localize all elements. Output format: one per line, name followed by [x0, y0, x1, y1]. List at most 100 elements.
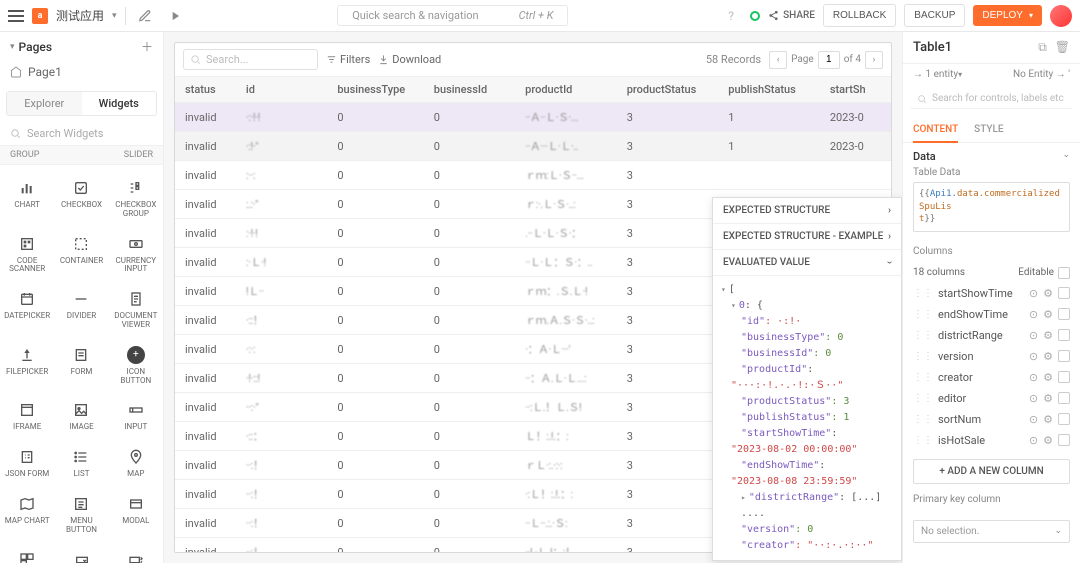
column-checkbox[interactable] [1058, 329, 1070, 341]
column-header[interactable]: status [175, 77, 236, 103]
column-checkbox[interactable] [1058, 287, 1070, 299]
table-row[interactable]: invalid·:·!·!00··Ａ··Ｌ·Ｓ·...312023-0 [175, 103, 891, 132]
widget-chart[interactable]: CHART [0, 171, 54, 227]
menu-icon[interactable] [8, 10, 24, 22]
visibility-icon[interactable]: ⊙ [1029, 371, 1038, 384]
column-item[interactable]: ⋮⋮endShowTime⊙⚙ [903, 304, 1080, 325]
entity-from[interactable]: → 1 entity [913, 69, 958, 80]
tab-widgets[interactable]: Widgets [82, 92, 157, 115]
chevron-down-icon[interactable]: ▾ [10, 42, 15, 52]
add-column-button[interactable]: + ADD A NEW COLUMN [913, 459, 1070, 484]
settings-icon[interactable]: ⚙ [1043, 329, 1053, 342]
settings-icon[interactable]: ⚙ [1043, 287, 1053, 300]
tab-explorer[interactable]: Explorer [7, 92, 82, 115]
help-icon[interactable]: ? [720, 5, 742, 27]
widget-document-viewer[interactable]: DOCUMENT VIEWER [109, 282, 163, 338]
properties-search[interactable]: Search for controls, labels etc [911, 89, 1072, 109]
expected-structure-section[interactable]: EXPECTED STRUCTURE› [713, 198, 901, 224]
settings-icon[interactable]: ⚙ [1043, 434, 1053, 447]
drag-handle-icon[interactable]: ⋮⋮ [913, 435, 933, 446]
column-checkbox[interactable] [1058, 413, 1070, 425]
search-widgets[interactable]: Search Widgets [0, 122, 163, 146]
chevron-down-icon[interactable]: ⌄ [1062, 150, 1070, 163]
widget-image[interactable]: IMAGE [54, 393, 108, 440]
widget-input[interactable]: INPUT [109, 393, 163, 440]
expected-structure-example-section[interactable]: EXPECTED STRUCTURE - EXAMPLE› [713, 224, 901, 250]
widget-list[interactable]: LIST [54, 440, 108, 487]
widget-icon-button[interactable]: +ICON BUTTON [109, 338, 163, 394]
page-input[interactable] [818, 51, 840, 69]
quick-search[interactable]: Quick search & navigation Ctrl + K [337, 5, 568, 26]
visibility-icon[interactable]: ⊙ [1029, 350, 1038, 363]
page-item[interactable]: Page1 [0, 61, 163, 83]
column-header[interactable]: publishStatus [718, 77, 820, 103]
column-item[interactable]: ⋮⋮editor⊙⚙ [903, 388, 1080, 409]
widget-multi[interactable]: MULTI [0, 543, 54, 563]
widget-divider[interactable]: DIVIDER [54, 282, 108, 338]
drag-handle-icon[interactable]: ⋮⋮ [913, 372, 933, 383]
backup-button[interactable]: BACKUP [904, 4, 965, 27]
widget-code-scanner[interactable]: CODE SCANNER [0, 227, 54, 283]
visibility-icon[interactable]: ⊙ [1029, 413, 1038, 426]
table-data-input[interactable]: {{Api1.data.commercializedSpuList}} [913, 182, 1070, 232]
add-page-icon[interactable]: ＋ [141, 38, 153, 55]
column-item[interactable]: ⋮⋮isHotSale⊙⚙ [903, 430, 1080, 451]
drag-handle-icon[interactable]: ⋮⋮ [913, 351, 933, 362]
widget-filepicker[interactable]: FILEPICKER [0, 338, 54, 394]
widget-modal[interactable]: MODAL [109, 487, 163, 543]
visibility-icon[interactable]: ⊙ [1029, 308, 1038, 321]
download-button[interactable]: Download [378, 53, 441, 66]
copy-icon[interactable]: ⧉ [1038, 40, 1047, 55]
settings-icon[interactable]: ⚙ [1043, 371, 1053, 384]
preview-icon[interactable] [164, 5, 186, 27]
tab-content[interactable]: CONTENT [913, 119, 958, 143]
table-search[interactable]: Search... [183, 49, 318, 70]
widget-menu-button[interactable]: MENU BUTTON [54, 487, 108, 543]
column-item[interactable]: ⋮⋮startShowTime⊙⚙ [903, 283, 1080, 304]
edit-icon[interactable] [134, 5, 156, 27]
drag-handle-icon[interactable]: ⋮⋮ [913, 309, 933, 320]
widget-container[interactable]: CONTAINER [54, 227, 108, 283]
evaluated-value-section[interactable]: EVALUATED VALUE› [713, 250, 901, 276]
table-row[interactable]: invalid·:!·"00··Ａ···Ｌ·Ｌ·..312023-0 [175, 132, 891, 161]
column-header[interactable]: businessId [424, 77, 515, 103]
rollback-button[interactable]: ROLLBACK [823, 4, 896, 27]
delete-icon[interactable]: 🗑 [1055, 40, 1070, 55]
widget-multiselect[interactable]: MULTISELECT [54, 543, 108, 563]
settings-icon[interactable]: ⚙ [1043, 308, 1053, 321]
column-item[interactable]: ⋮⋮version⊙⚙ [903, 346, 1080, 367]
primary-key-select[interactable]: No selection.⌄ [913, 520, 1070, 543]
entity-to[interactable]: No Entity → ' [1013, 69, 1070, 80]
column-header[interactable]: productId [515, 77, 617, 103]
column-checkbox[interactable] [1058, 371, 1070, 383]
visibility-icon[interactable]: ⊙ [1029, 329, 1038, 342]
widget-currency-input[interactable]: CURRENCY INPUT [109, 227, 163, 283]
settings-icon[interactable]: ⚙ [1043, 392, 1053, 405]
widget-number[interactable]: NUMBER [109, 543, 163, 563]
drag-handle-icon[interactable]: ⋮⋮ [913, 414, 933, 425]
column-header[interactable]: id [236, 77, 327, 103]
column-item[interactable]: ⋮⋮sortNum⊙⚙ [903, 409, 1080, 430]
drag-handle-icon[interactable]: ⋮⋮ [913, 330, 933, 341]
visibility-icon[interactable]: ⊙ [1029, 392, 1038, 405]
widget-datepicker[interactable]: DATEPICKER [0, 282, 54, 338]
tab-style[interactable]: STYLE [974, 119, 1003, 142]
column-header[interactable]: businessType [327, 77, 423, 103]
settings-icon[interactable]: ⚙ [1043, 413, 1053, 426]
column-item[interactable]: ⋮⋮creator⊙⚙ [903, 367, 1080, 388]
visibility-icon[interactable]: ⊙ [1029, 287, 1038, 300]
deploy-button[interactable]: DEPLOY▾ [973, 5, 1042, 26]
column-item[interactable]: ⋮⋮districtRange⊙⚙ [903, 325, 1080, 346]
chevron-down-icon[interactable]: ▾ [112, 11, 117, 21]
widget-form[interactable]: FORM [54, 338, 108, 394]
widget-title[interactable]: Table1 [913, 40, 952, 55]
widget-checkbox[interactable]: CHECKBOX [54, 171, 108, 227]
widget-checkbox-group[interactable]: CHECKBOX GROUP [109, 171, 163, 227]
widget-json-form[interactable]: JSON FORM [0, 440, 54, 487]
editable-toggle[interactable]: Editable [1018, 267, 1070, 279]
drag-handle-icon[interactable]: ⋮⋮ [913, 288, 933, 299]
widget-iframe[interactable]: IFRAME [0, 393, 54, 440]
column-header[interactable]: productStatus [617, 77, 719, 103]
filters-button[interactable]: Filters [326, 53, 370, 66]
column-checkbox[interactable] [1058, 434, 1070, 446]
